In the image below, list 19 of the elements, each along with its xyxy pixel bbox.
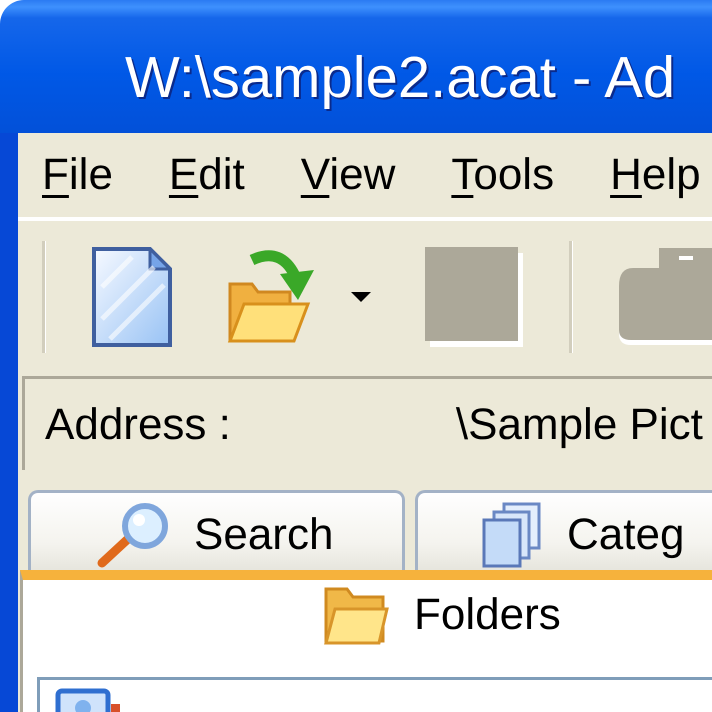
pages-icon <box>482 502 542 568</box>
menu-item[interactable]: Help <box>610 153 701 197</box>
window-title: W:\sample2.acat - Ad <box>125 48 676 106</box>
square-icon <box>425 246 523 346</box>
menu-item[interactable]: File <box>42 153 113 197</box>
tab[interactable]: Folders <box>20 570 712 650</box>
menu-item[interactable]: Edit <box>168 153 245 197</box>
folder-arrow-icon <box>226 248 316 345</box>
menu-item[interactable]: View <box>300 153 396 197</box>
address-value: \Sample Pict <box>456 400 703 450</box>
menu-item[interactable]: Tools <box>451 153 554 197</box>
document-icon <box>92 246 172 346</box>
address-label: Address : <box>45 400 231 450</box>
printer-icon <box>619 248 712 345</box>
caret-icon <box>351 292 371 302</box>
tab[interactable]: Categ <box>415 490 712 570</box>
monitor-icon <box>55 688 121 712</box>
tab[interactable]: Search <box>28 490 405 570</box>
magnifier-icon <box>95 502 169 568</box>
